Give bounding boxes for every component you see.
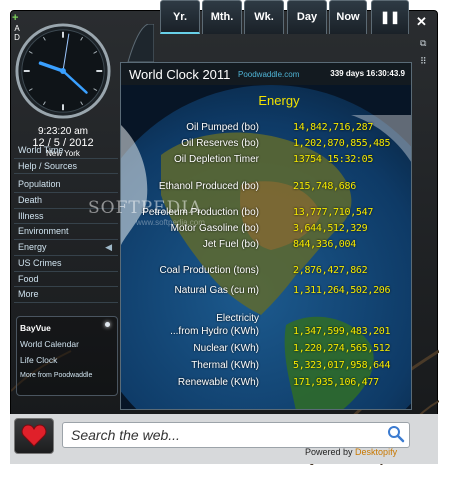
stat-value: 5,323,017,958,644 — [293, 360, 391, 371]
stat-value: 171,935,106,477 — [293, 377, 379, 388]
heart-icon — [21, 424, 47, 447]
stats-panel: World Clock 2011 Poodwaddle.com 339 days… — [120, 62, 412, 410]
stat-value: 1,220,274,565,512 — [293, 343, 391, 354]
pause-icon: ❚❚ — [379, 10, 401, 24]
link-bayvue[interactable]: BayVue — [19, 320, 115, 336]
stat-label: Nuclear (KWh) — [193, 343, 259, 354]
link-more-from-poodwaddle[interactable]: More from Poodwaddle — [19, 368, 115, 384]
tab-week[interactable]: Wk. — [244, 0, 284, 34]
nav-population[interactable]: Population — [14, 177, 118, 194]
stat-value: 13,777,710,547 — [293, 207, 374, 218]
stat-label: Electricity — [216, 313, 259, 324]
related-links-box: BayVue World Calendar Life Clock More fr… — [16, 316, 118, 396]
nav-us-crimes[interactable]: US Crimes — [14, 256, 118, 272]
watermark-url: www.softpedia.com — [136, 218, 205, 227]
elapsed-counter: 339 days 16:30:43.9 — [330, 69, 405, 78]
nav-energy[interactable]: Energy ◀ — [14, 240, 118, 256]
stat-value: 215,748,686 — [293, 181, 356, 192]
tab-bar-edge — [127, 24, 154, 63]
section-title: Energy — [258, 93, 300, 108]
brand-link[interactable]: Desktopify — [355, 447, 397, 457]
nav-environment[interactable]: Environment — [14, 224, 118, 241]
analog-clock — [15, 23, 111, 119]
panel-header: World Clock 2011 Poodwaddle.com 339 days… — [121, 63, 411, 85]
stat-value: 844,336,004 — [293, 239, 356, 250]
tab-now[interactable]: Now — [329, 0, 367, 34]
favorite-button[interactable] — [14, 418, 54, 454]
stat-value: 14,842,716,287 — [293, 122, 374, 133]
search-icon[interactable] — [386, 424, 406, 444]
nav-energy-label: Energy — [18, 242, 47, 253]
tab-year[interactable]: Yr. — [160, 0, 200, 34]
nav-more[interactable]: More — [14, 287, 118, 303]
stat-value: 1,202,870,855,485 — [293, 138, 391, 149]
link-world-calendar[interactable]: World Calendar — [19, 336, 115, 352]
stat-label: Coal Production (tons) — [159, 265, 260, 276]
powered-by: Powered by Desktopify — [305, 447, 397, 457]
site-link[interactable]: Poodwaddle.com — [238, 70, 299, 79]
stat-value: 1,311,264,502,206 — [293, 285, 391, 296]
stat-label: Jet Fuel (bo) — [202, 239, 259, 250]
stat-value: 1,347,599,483,201 — [293, 326, 391, 337]
link-life-clock[interactable]: Life Clock — [19, 352, 115, 368]
tab-day[interactable]: Day — [287, 0, 327, 34]
app-title: World Clock 2011 — [129, 67, 231, 82]
stat-value: 13754 15:32:05 — [293, 154, 374, 165]
stat-value: 3,644,512,329 — [293, 223, 368, 234]
left-nav: World Time Help / Sources Population Dea… — [14, 143, 118, 303]
stat-label: Renewable (KWh) — [177, 377, 259, 388]
glow-dot-icon — [105, 322, 110, 327]
stat-label: Oil Pumped (bo) — [186, 122, 259, 133]
search-input[interactable]: Search the web... — [62, 422, 410, 448]
selected-arrow-icon: ◀ — [105, 242, 112, 253]
stat-value: 2,876,427,862 — [293, 265, 368, 276]
stat-label: ...from Hydro (KWh) — [170, 326, 259, 337]
grip-icon[interactable]: ⠿ — [420, 56, 427, 67]
stat-label: Natural Gas (cu m) — [174, 285, 259, 296]
nav-help-sources[interactable]: Help / Sources — [14, 159, 118, 175]
pause-button[interactable]: ❚❚ — [371, 0, 409, 34]
popout-icon[interactable]: ⧉ — [420, 38, 426, 49]
stat-label: Ethanol Produced (bo) — [158, 181, 259, 192]
stat-label: Oil Depletion Timer — [173, 154, 259, 165]
close-icon[interactable]: ✕ — [416, 14, 427, 30]
nav-food[interactable]: Food — [14, 272, 118, 288]
stat-label: Thermal (KWh) — [191, 360, 259, 371]
nav-world-time[interactable]: World Time — [14, 143, 118, 159]
stat-label: Oil Reserves (bo) — [181, 138, 259, 149]
clock-time: 9:23:20 am — [37, 126, 89, 137]
watermark-text: SOFTPEDIA — [88, 198, 203, 218]
tab-month[interactable]: Mth. — [202, 0, 242, 34]
powered-by-label: Powered by — [305, 447, 353, 457]
